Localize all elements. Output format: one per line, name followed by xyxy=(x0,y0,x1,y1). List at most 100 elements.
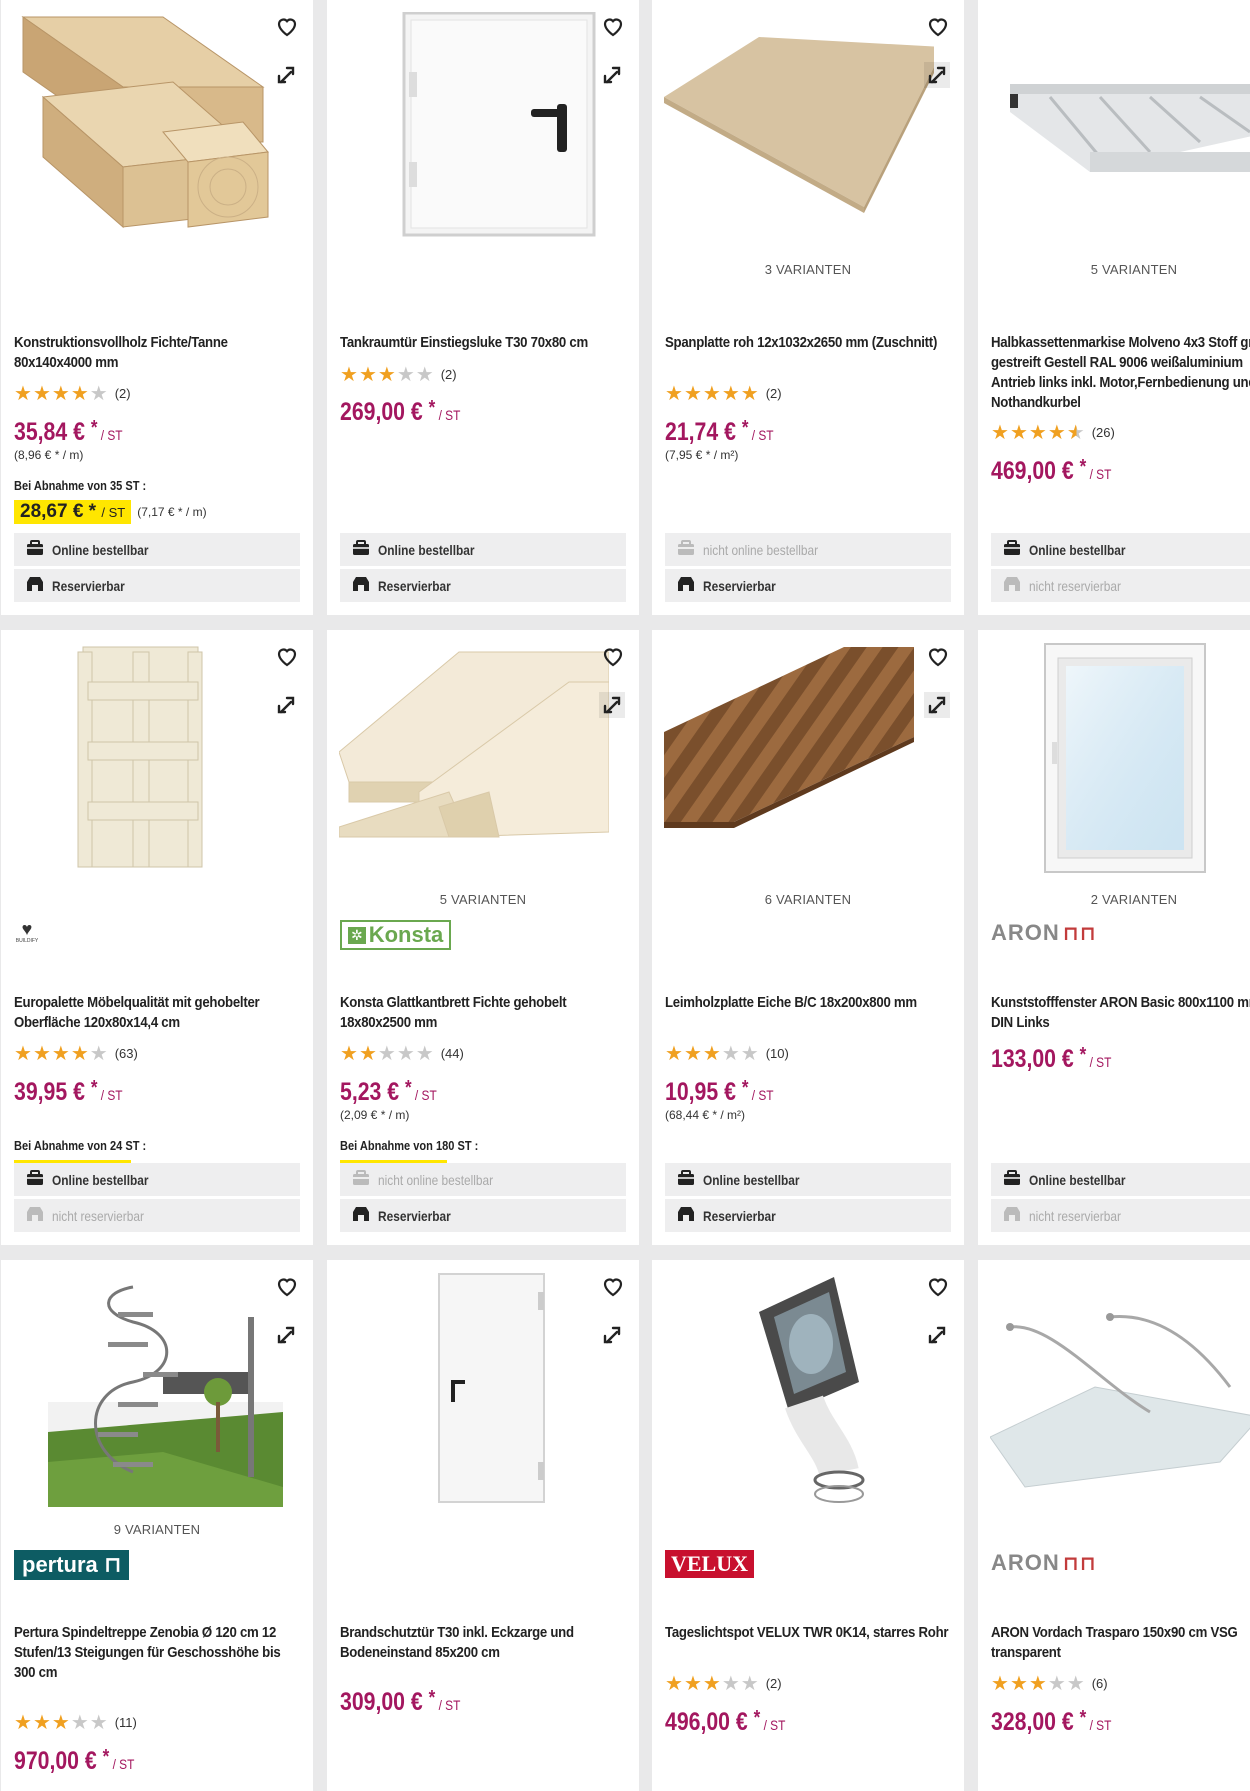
review-count[interactable]: (2) xyxy=(115,386,131,401)
heart-icon[interactable] xyxy=(275,1274,299,1298)
review-count[interactable]: (44) xyxy=(441,1046,464,1061)
product-card[interactable]: Konstruktionsvollholz Fichte/Tanne 80x14… xyxy=(1,0,313,615)
rating-stars: ★★★★★ (2) xyxy=(665,383,782,405)
brand-logo: ✲KonstaKonsta xyxy=(340,920,452,950)
product-card[interactable]: 5 VARIANTEN ✲KonstaKonsta Konsta Glattkant… xyxy=(327,630,639,1245)
product-image[interactable] xyxy=(990,642,1250,877)
base-price: (8,96 € * / m) xyxy=(14,448,84,462)
variants-label[interactable]: 3 VARIANTEN xyxy=(652,262,964,277)
product-price: 10,95 € * / ST xyxy=(665,1077,774,1106)
product-title[interactable]: Kunststofffenster ARON Basic 800x1100 mm… xyxy=(991,993,1250,1033)
product-card[interactable]: 5 VARIANTEN Halbkassettenmarkise Molveno … xyxy=(978,0,1250,615)
product-price: 469,00 € * / ST xyxy=(991,456,1112,485)
rating-stars: ★★★★★ (44) xyxy=(340,1043,464,1065)
product-title[interactable]: Spanplatte roh 12x1032x2650 mm (Zuschnit… xyxy=(665,333,955,353)
product-image[interactable] xyxy=(664,12,934,247)
review-count[interactable]: (2) xyxy=(766,386,782,401)
heart-icon[interactable] xyxy=(926,644,950,668)
compare-arrows-icon[interactable] xyxy=(273,692,299,718)
product-title[interactable]: Tankraumtür Einstiegsluke T30 70x80 cm xyxy=(340,333,630,353)
product-image[interactable] xyxy=(664,1272,934,1507)
online-availability: nicht online bestellbar xyxy=(340,1163,626,1196)
heart-icon[interactable] xyxy=(275,644,299,668)
store-icon xyxy=(677,1206,703,1225)
product-image[interactable] xyxy=(664,642,934,877)
product-card[interactable]: 3 VARIANTEN Spanplatte roh 12x1032x2650 m… xyxy=(652,0,964,615)
online-availability: nicht online bestellbar xyxy=(665,533,951,566)
compare-arrows-icon[interactable] xyxy=(924,692,950,718)
store-icon xyxy=(352,576,378,595)
compare-arrows-icon[interactable] xyxy=(273,1322,299,1348)
variants-label[interactable]: 5 VARIANTEN xyxy=(978,262,1250,277)
product-card[interactable]: ARON⊓⊓ARON ARON Vordach Trasparo 150x90 c… xyxy=(978,1260,1250,1791)
online-availability: Online bestellbar xyxy=(991,1163,1250,1196)
product-image[interactable] xyxy=(13,642,283,877)
variants-label[interactable]: 2 VARIANTEN xyxy=(978,892,1250,907)
product-image[interactable] xyxy=(339,1272,609,1507)
product-card[interactable]: VELUXVELUX Tageslichtspot VELUX TWR 0K14,… xyxy=(652,1260,964,1791)
variants-label[interactable]: 5 VARIANTEN xyxy=(327,892,639,907)
review-count[interactable]: (2) xyxy=(441,367,457,382)
product-price: 21,74 € * / ST xyxy=(665,417,774,446)
compare-arrows-icon[interactable] xyxy=(924,62,950,88)
product-title[interactable]: Konsta Glattkantbrett Fichte gehobelt 18… xyxy=(340,993,630,1033)
review-count[interactable]: (6) xyxy=(1092,1676,1108,1691)
product-image[interactable] xyxy=(13,12,283,247)
store-reservation: Reservierbar xyxy=(14,569,300,602)
heart-icon[interactable] xyxy=(926,14,950,38)
product-title[interactable]: ARON Vordach Trasparo 150x90 cm VSG tran… xyxy=(991,1623,1250,1663)
product-title[interactable]: Tageslichtspot VELUX TWR 0K14, starres R… xyxy=(665,1623,955,1643)
product-title[interactable]: Brandschutztür T30 inkl. Eckzarge und Bo… xyxy=(340,1623,630,1663)
brand-logo: pertura ⊓pertura xyxy=(14,1550,130,1580)
product-title[interactable]: Halbkassettenmarkise Molveno 4x3 Stoff g… xyxy=(991,333,1250,413)
product-card[interactable]: ♥BUILDIFYBUILDIFY Europalette Möbelqualit… xyxy=(1,630,313,1245)
compare-arrows-icon[interactable] xyxy=(273,62,299,88)
product-card[interactable]: 2 VARIANTEN ARON⊓⊓ARON Kunststofffenster A… xyxy=(978,630,1250,1245)
product-image[interactable] xyxy=(990,12,1250,247)
compare-arrows-icon[interactable] xyxy=(599,692,625,718)
product-title[interactable]: Pertura Spindeltreppe Zenobia Ø 120 cm 1… xyxy=(14,1623,304,1683)
pertura-logo: pertura ⊓ xyxy=(14,1550,130,1580)
product-title[interactable]: Leimholzplatte Eiche B/C 18x200x800 mm xyxy=(665,993,955,1013)
review-count[interactable]: (11) xyxy=(115,1715,137,1730)
variants-label[interactable]: 6 VARIANTEN xyxy=(652,892,964,907)
store-reservation: nicht reservierbar xyxy=(991,1199,1250,1232)
store-reservation: Reservierbar xyxy=(340,569,626,602)
delivery-box-icon xyxy=(352,1170,378,1189)
review-count[interactable]: (63) xyxy=(115,1046,138,1061)
heart-icon[interactable] xyxy=(601,644,625,668)
heart-icon[interactable] xyxy=(926,1274,950,1298)
store-reservation: nicht reservierbar xyxy=(14,1199,300,1232)
variants-label[interactable]: 9 VARIANTEN xyxy=(1,1522,313,1537)
review-count[interactable]: (10) xyxy=(766,1046,789,1061)
rating-stars: ★★★★★ (2) xyxy=(665,1673,782,1695)
online-availability: Online bestellbar xyxy=(14,533,300,566)
compare-arrows-icon[interactable] xyxy=(599,1322,625,1348)
product-card[interactable]: 6 VARIANTEN Leimholzplatte Eiche B/C 18x2… xyxy=(652,630,964,1245)
product-card[interactable]: 9 VARIANTEN pertura ⊓pertura Pertura Spind… xyxy=(1,1260,313,1791)
store-reservation: nicht reservierbar xyxy=(991,569,1250,602)
heart-icon[interactable] xyxy=(601,14,625,38)
product-image[interactable] xyxy=(339,12,609,247)
review-count[interactable]: (2) xyxy=(766,1676,782,1691)
heart-icon[interactable] xyxy=(601,1274,625,1298)
delivery-box-icon xyxy=(352,540,378,559)
compare-arrows-icon[interactable] xyxy=(599,62,625,88)
compare-arrows-icon[interactable] xyxy=(924,1322,950,1348)
product-image[interactable] xyxy=(990,1272,1250,1507)
product-title[interactable]: Europalette Möbelqualität mit gehobelter… xyxy=(14,993,304,1033)
delivery-box-icon xyxy=(26,1170,52,1189)
product-image[interactable] xyxy=(13,1272,283,1507)
product-card[interactable]: Tankraumtür Einstiegsluke T30 70x80 cm ★★… xyxy=(327,0,639,615)
brand-logo: ARON⊓⊓ARON xyxy=(991,1550,1097,1580)
delivery-box-icon xyxy=(677,540,703,559)
product-card[interactable]: Brandschutztür T30 inkl. Eckzarge und Bo… xyxy=(327,1260,639,1791)
product-title[interactable]: Konstruktionsvollholz Fichte/Tanne 80x14… xyxy=(14,333,304,373)
heart-icon[interactable] xyxy=(275,14,299,38)
store-reservation: Reservierbar xyxy=(340,1199,626,1232)
product-price: 328,00 € * / ST xyxy=(991,1707,1112,1736)
product-image[interactable] xyxy=(339,642,609,877)
bulk-discount-label: Bei Abnahme von 180 ST : xyxy=(340,1138,479,1153)
review-count[interactable]: (26) xyxy=(1092,425,1115,440)
store-icon xyxy=(26,576,52,595)
